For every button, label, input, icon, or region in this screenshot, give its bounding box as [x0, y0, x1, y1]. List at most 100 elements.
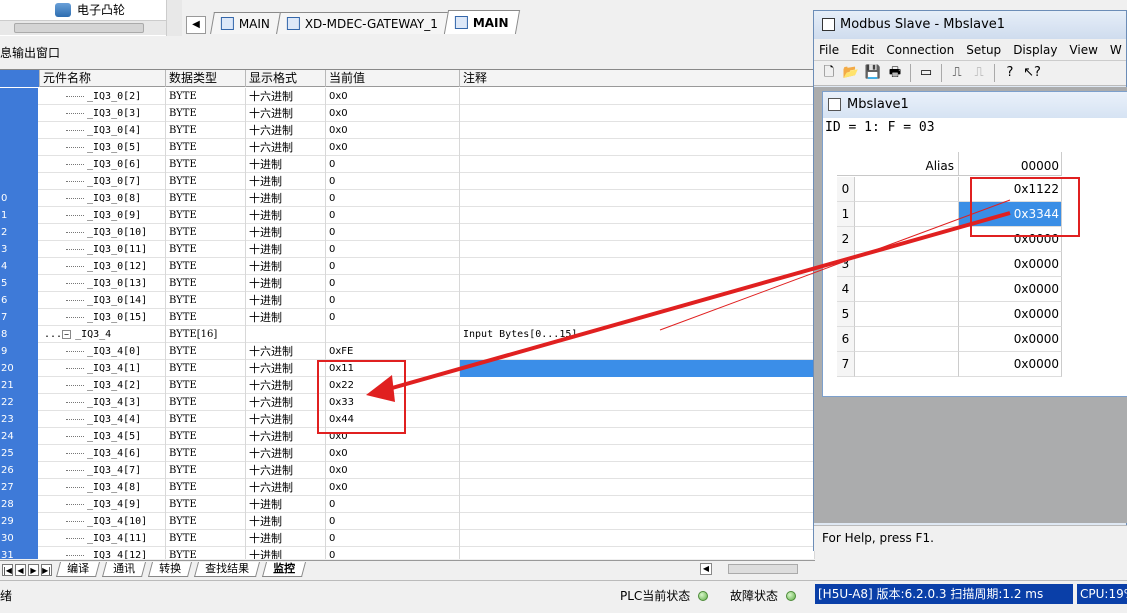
register-row[interactable]: 4 0x0000	[837, 277, 1127, 302]
row-number[interactable]: 29	[0, 513, 38, 530]
row-number[interactable]: 8	[0, 326, 38, 343]
element-name[interactable]: _IQ3_0[5]	[40, 139, 166, 156]
tab-main-1[interactable]: MAIN	[210, 12, 282, 34]
table-row[interactable]: _IQ3_0[3] BYTE 十六进制 0x0	[0, 105, 815, 122]
element-name[interactable]: _IQ3_4[12]	[40, 547, 166, 559]
table-row[interactable]: 23 _IQ3_4[4] BYTE 十六进制 0x44	[0, 411, 815, 428]
display-format[interactable]: 十六进制	[246, 462, 326, 479]
display-format[interactable]: 十进制	[246, 292, 326, 309]
tab-monitor[interactable]: 监控	[261, 562, 307, 577]
display-format[interactable]: 十进制	[246, 190, 326, 207]
note[interactable]	[460, 105, 815, 122]
element-name[interactable]: _IQ3_0[9]	[40, 207, 166, 224]
note[interactable]	[460, 411, 815, 428]
current-value[interactable]: 0	[326, 547, 460, 559]
element-name[interactable]: _IQ3_0[8]	[40, 190, 166, 207]
row-number[interactable]: 23	[0, 411, 38, 428]
note[interactable]	[460, 156, 815, 173]
current-value[interactable]: 0	[326, 292, 460, 309]
display-format[interactable]	[246, 326, 326, 343]
display-format[interactable]: 十六进制	[246, 88, 326, 105]
row-number[interactable]: 7	[0, 309, 38, 326]
register-value[interactable]: 0x0000	[959, 327, 1062, 352]
element-name[interactable]: _IQ3_4[1]	[40, 360, 166, 377]
register-row[interactable]: 7 0x0000	[837, 352, 1127, 377]
display-format[interactable]: 十六进制	[246, 411, 326, 428]
note[interactable]	[460, 394, 815, 411]
row-number[interactable]: 21	[0, 377, 38, 394]
register-row[interactable]: 5 0x0000	[837, 302, 1127, 327]
element-name[interactable]: _IQ3_0[12]	[40, 258, 166, 275]
register-alias[interactable]	[855, 202, 959, 227]
element-name[interactable]: _IQ3_4[10]	[40, 513, 166, 530]
display-format[interactable]: 十进制	[246, 530, 326, 547]
scroll-thumb[interactable]	[14, 23, 144, 33]
col-value[interactable]: 当前值	[326, 70, 460, 87]
table-row[interactable]: 30 _IQ3_4[11] BYTE 十进制 0	[0, 530, 815, 547]
table-row[interactable]: _IQ3_0[5] BYTE 十六进制 0x0	[0, 139, 815, 156]
tab-gateway[interactable]: XD-MDEC-GATEWAY_1	[276, 12, 450, 34]
note[interactable]: Input Bytes[0...15]	[460, 326, 815, 343]
display-format[interactable]: 十六进制	[246, 360, 326, 377]
row-number[interactable]: 1	[0, 207, 38, 224]
row-number[interactable]: 5	[0, 275, 38, 292]
collapse-icon[interactable]: −	[62, 330, 72, 339]
menu-view[interactable]: View	[1064, 43, 1104, 57]
scroll-thumb[interactable]	[728, 564, 798, 574]
current-value[interactable]: 0	[326, 309, 460, 326]
menu-display[interactable]: Display	[1008, 43, 1064, 57]
register-value[interactable]: 0x0000	[959, 277, 1062, 302]
row-number[interactable]	[0, 173, 38, 190]
current-value[interactable]: 0	[326, 275, 460, 292]
element-name[interactable]: _IQ3_4[7]	[40, 462, 166, 479]
element-name[interactable]: _IQ3_0[11]	[40, 241, 166, 258]
table-row[interactable]: 8... − _IQ3_4 BYTE[16] Input Bytes[0...15]	[0, 326, 815, 343]
display-format[interactable]: 十六进制	[246, 394, 326, 411]
row-number[interactable]: 0	[0, 190, 38, 207]
tab-compile[interactable]: 编译	[55, 562, 101, 577]
current-value[interactable]: 0	[326, 241, 460, 258]
table-row[interactable]: 25 _IQ3_4[6] BYTE 十六进制 0x0	[0, 445, 815, 462]
first-tab-button[interactable]: |◀	[2, 563, 13, 576]
row-number[interactable]: 9	[0, 343, 38, 360]
table-row[interactable]: 27 _IQ3_4[8] BYTE 十六进制 0x0	[0, 479, 815, 496]
note[interactable]	[460, 190, 815, 207]
note[interactable]	[460, 547, 815, 559]
current-value[interactable]: 0x0	[326, 462, 460, 479]
display-format[interactable]: 十六进制	[246, 343, 326, 360]
table-row[interactable]: 31 _IQ3_4[12] BYTE 十进制 0	[0, 547, 815, 559]
tab-convert[interactable]: 转换	[147, 562, 193, 577]
element-name[interactable]: _IQ3_0[4]	[40, 122, 166, 139]
scroll-left-button[interactable]: ◀	[700, 563, 712, 575]
current-value[interactable]: 0x0	[326, 139, 460, 156]
table-row[interactable]: 24 _IQ3_4[5] BYTE 十六进制 0x0	[0, 428, 815, 445]
note[interactable]	[460, 173, 815, 190]
row-number[interactable]	[0, 156, 38, 173]
note[interactable]	[460, 139, 815, 156]
element-name[interactable]: _IQ3_4[0]	[40, 343, 166, 360]
tab-nav-left-button[interactable]: ◀	[186, 16, 206, 34]
current-value[interactable]: 0xFE	[326, 343, 460, 360]
disconnect-icon[interactable]: ⎍	[970, 64, 988, 82]
tab-comm[interactable]: 通讯	[101, 562, 147, 577]
row-number[interactable]: 26	[0, 462, 38, 479]
print-icon[interactable]: 🖶	[886, 64, 904, 82]
element-name[interactable]: _IQ3_4[11]	[40, 530, 166, 547]
save-icon[interactable]: 💾	[864, 64, 882, 82]
menu-edit[interactable]: Edit	[846, 43, 881, 57]
row-number[interactable]: 2	[0, 224, 38, 241]
display-format[interactable]: 十进制	[246, 258, 326, 275]
display-format[interactable]: 十六进制	[246, 445, 326, 462]
element-name[interactable]: _IQ3_4[3]	[40, 394, 166, 411]
col-note[interactable]: 注释	[460, 70, 815, 87]
display-format[interactable]: 十进制	[246, 547, 326, 559]
row-number[interactable]: 4	[0, 258, 38, 275]
row-number[interactable]	[0, 122, 38, 139]
table-row[interactable]: 4 _IQ3_0[12] BYTE 十进制 0	[0, 258, 815, 275]
table-row[interactable]: 2 _IQ3_0[10] BYTE 十进制 0	[0, 224, 815, 241]
table-row[interactable]: 3 _IQ3_0[11] BYTE 十进制 0	[0, 241, 815, 258]
display-format[interactable]: 十进制	[246, 275, 326, 292]
menu-setup[interactable]: Setup	[961, 43, 1008, 57]
register-value[interactable]: 0x0000	[959, 252, 1062, 277]
table-row[interactable]: 6 _IQ3_0[14] BYTE 十进制 0	[0, 292, 815, 309]
